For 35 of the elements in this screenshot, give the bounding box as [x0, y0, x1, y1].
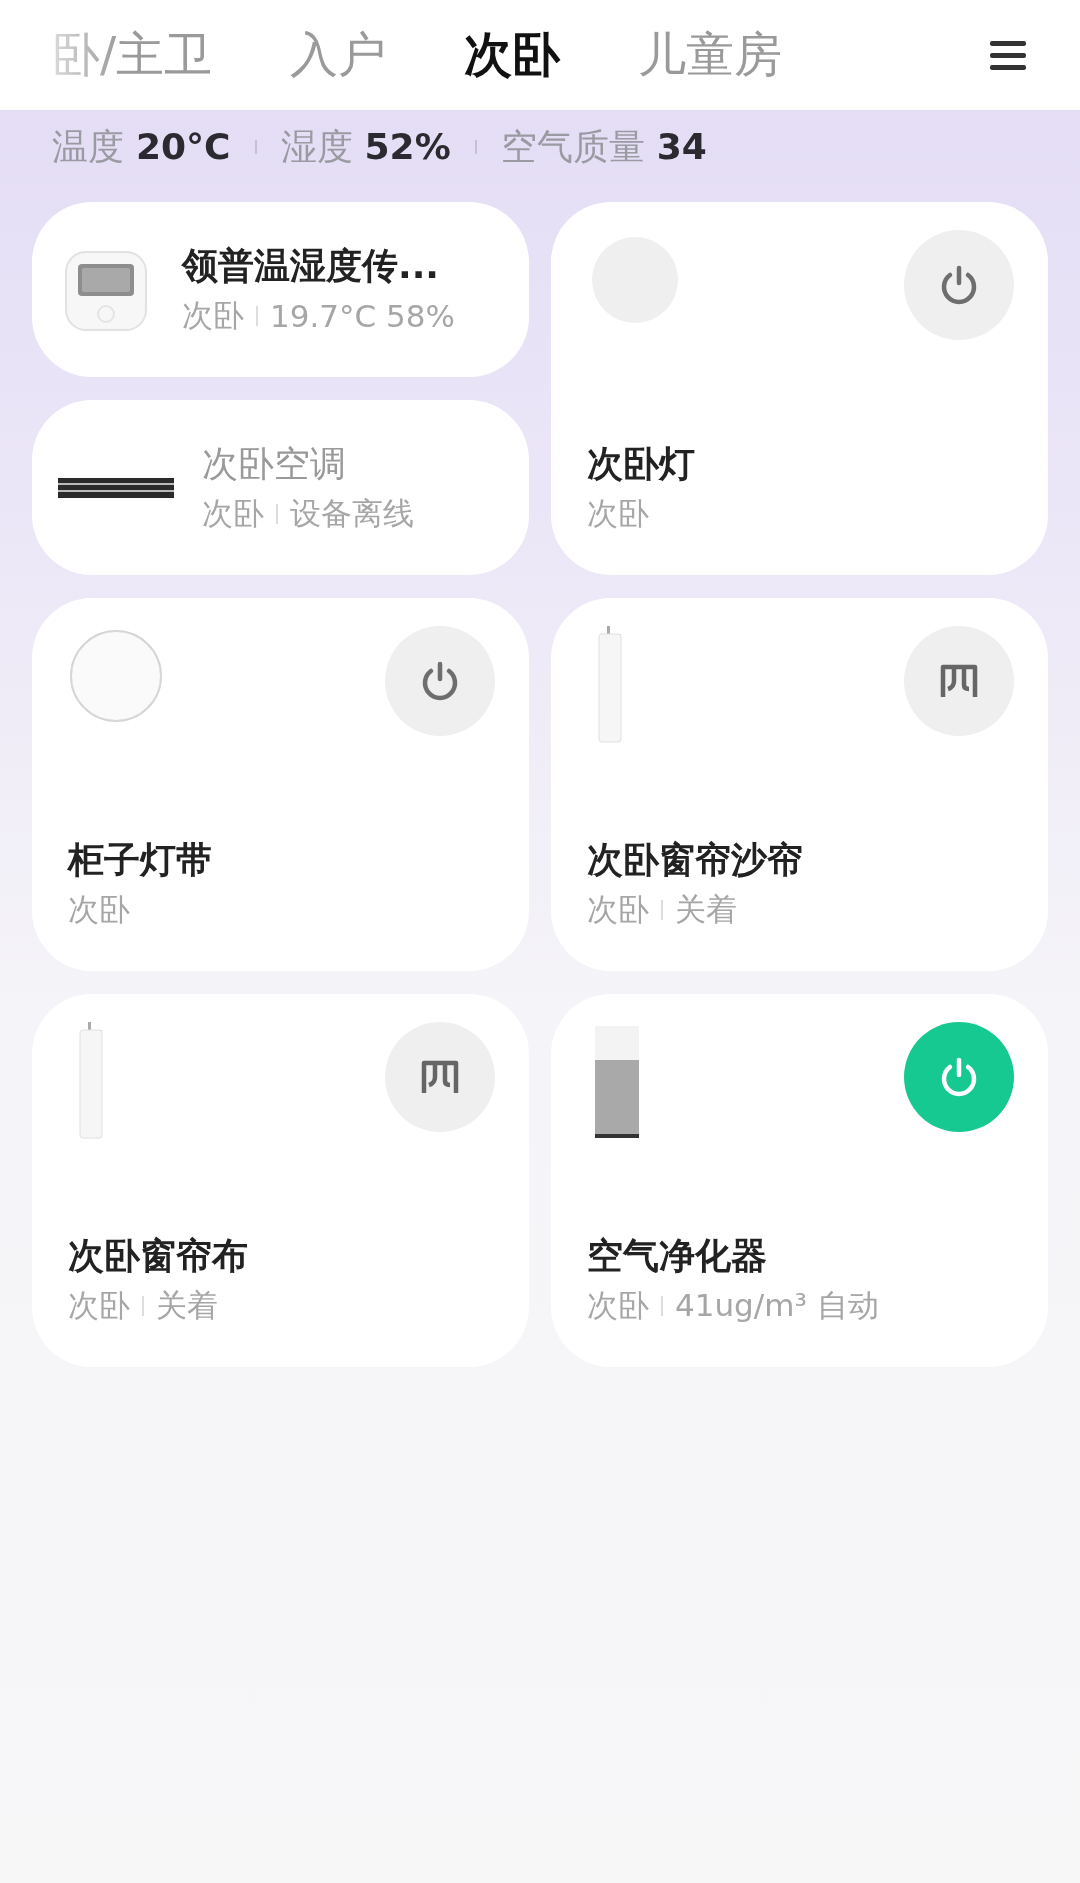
- device-name: 柜子灯带: [68, 838, 213, 882]
- device-card[interactable]: 领普温湿度传... 次卧 19.7°C 58%: [32, 202, 529, 377]
- room-tab[interactable]: 次卧: [464, 23, 561, 87]
- device-card[interactable]: 柜子灯带 次卧: [32, 598, 529, 971]
- device-status: 关着: [156, 1286, 218, 1325]
- device-card[interactable]: 空气净化器 次卧 41ug/m³ 自动: [551, 994, 1048, 1367]
- stat-value: 52%: [364, 125, 451, 167]
- device-status: 41ug/m³ 自动: [675, 1286, 879, 1325]
- curtain-icon: [939, 663, 979, 699]
- room-label: 次卧: [587, 890, 649, 929]
- device-card[interactable]: 次卧窗帘布 次卧 关着: [32, 994, 529, 1367]
- device-card[interactable]: 次卧灯 次卧: [551, 202, 1048, 575]
- device-status: 关着: [675, 890, 737, 929]
- device-status: 设备离线: [290, 494, 414, 533]
- stat-value: 34: [656, 125, 707, 167]
- device-name: 次卧窗帘布: [68, 1234, 249, 1278]
- curtain-icon: [420, 1059, 460, 1095]
- device-name: 次卧灯: [587, 442, 696, 486]
- device-name: 领普温湿度传...: [182, 244, 441, 288]
- stat-label: 空气质量: [500, 124, 645, 169]
- room-label: 次卧: [587, 1286, 649, 1325]
- device-name: 次卧窗帘沙帘: [587, 838, 804, 882]
- room-label: 次卧: [68, 1286, 130, 1325]
- device-name: 空气净化器: [587, 1234, 768, 1278]
- room-label: 次卧: [68, 890, 130, 929]
- device-name: 次卧空调: [202, 442, 347, 486]
- stat-label: 湿度: [280, 124, 353, 169]
- room-label: 次卧: [202, 494, 264, 533]
- device-card[interactable]: 次卧窗帘沙帘 次卧 关着: [551, 598, 1048, 971]
- stat-label: 温度: [52, 124, 124, 169]
- room-label: 次卧: [587, 494, 649, 533]
- menu-icon[interactable]: [988, 38, 1028, 72]
- device-status: 19.7°C 58%: [270, 298, 455, 334]
- room-label: 次卧: [182, 296, 244, 335]
- stat-value: 20°C: [136, 125, 231, 167]
